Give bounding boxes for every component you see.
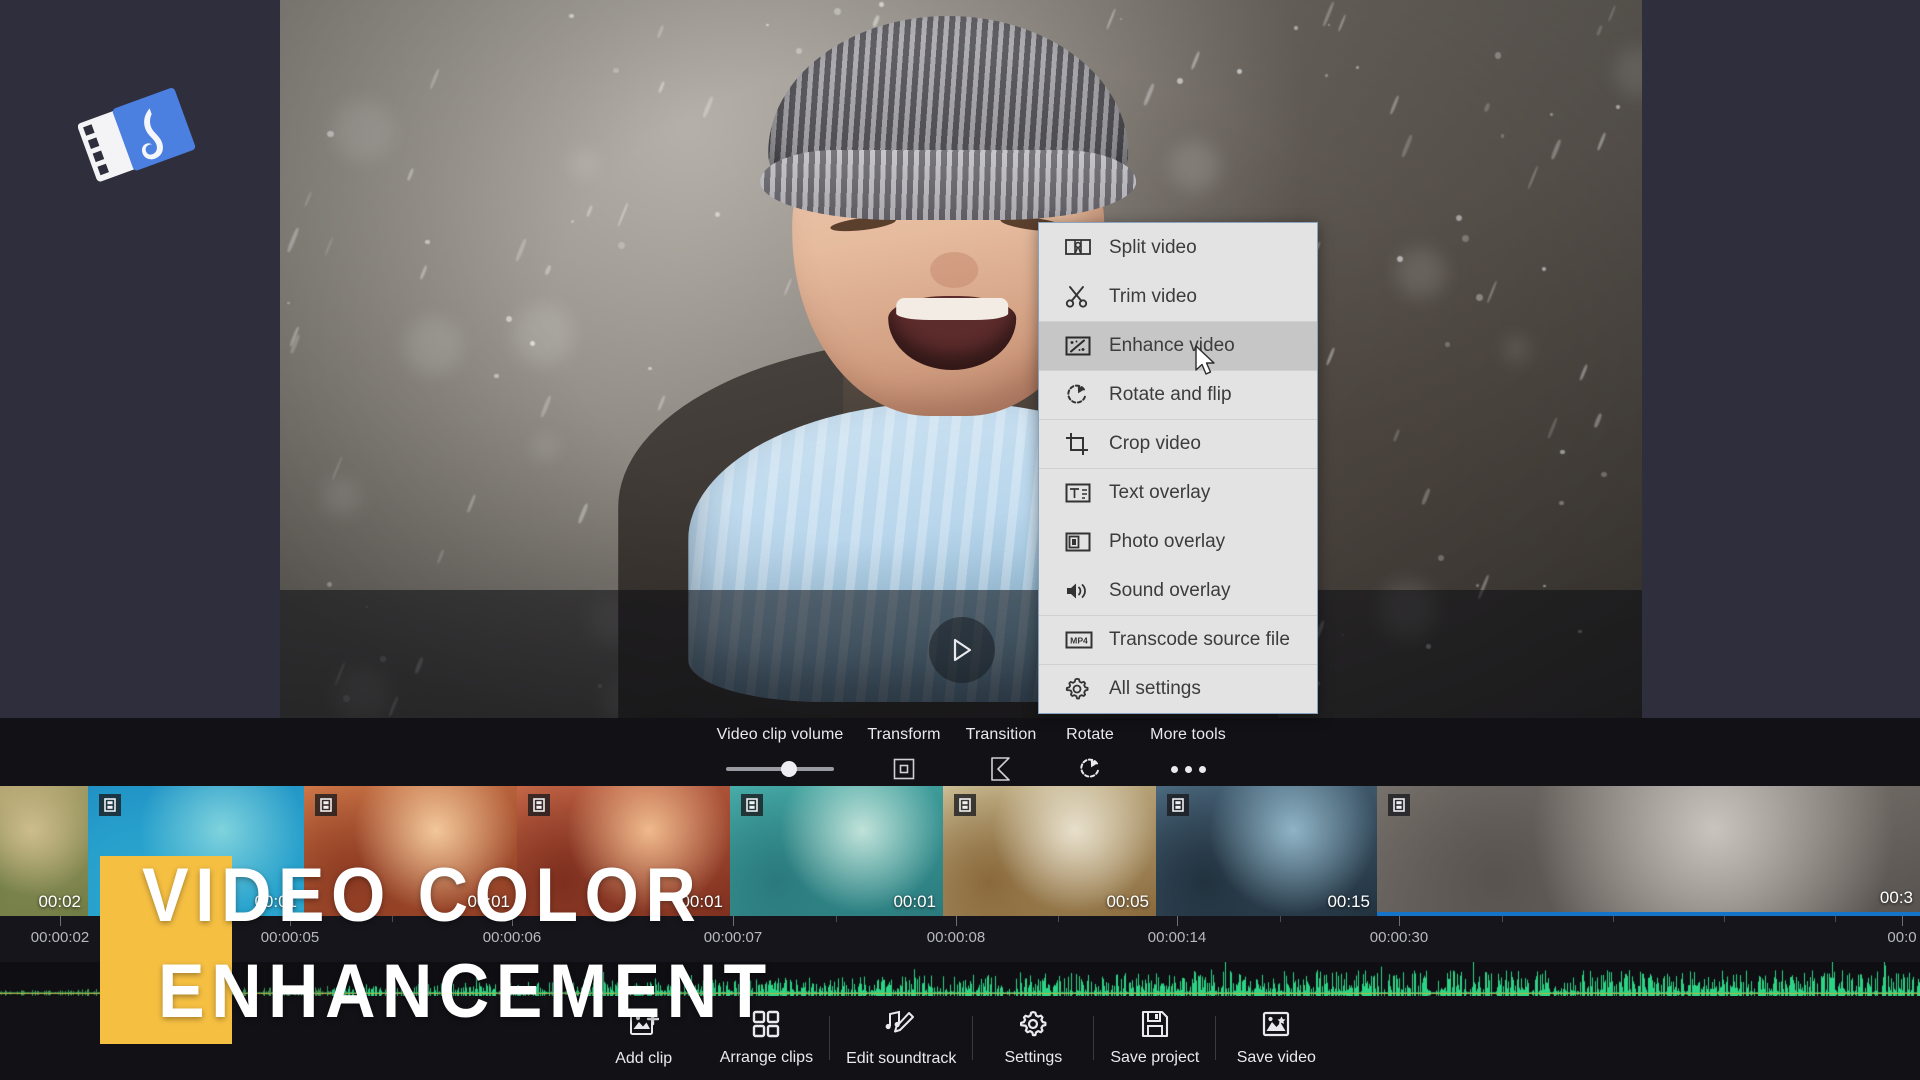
context-menu-item-label: Sound overlay <box>1109 579 1231 601</box>
context-menu-item-transcode-source-file[interactable]: MP4 Transcode source file <box>1039 615 1317 664</box>
ruler-time-label: 00:00:30 <box>1369 929 1429 946</box>
preview-area <box>0 0 1920 718</box>
bottom-toolbar-settings-button[interactable]: Settings <box>973 1010 1093 1067</box>
context-menu-item-rotate-and-flip[interactable]: Rotate and flip <box>1039 370 1317 419</box>
timeline-clip[interactable]: 00:3 <box>1377 786 1920 916</box>
enhance-wand-icon <box>1065 335 1099 357</box>
context-menu[interactable]: Split video Trim video Enhance video Rotate… <box>1038 222 1318 714</box>
text-overlay-icon <box>1065 483 1099 503</box>
transition-label: Transition <box>965 726 1037 743</box>
context-menu-item-text-overlay[interactable]: Text overlay <box>1039 468 1317 517</box>
ruler-tick <box>1902 916 1903 926</box>
speaker-icon <box>1065 580 1099 602</box>
play-button[interactable] <box>929 617 995 683</box>
photo-overlay-icon <box>1065 532 1099 552</box>
timeline-clip[interactable]: 00:01 <box>730 786 943 916</box>
context-menu-item-sound-overlay[interactable]: Sound overlay <box>1039 566 1317 615</box>
context-menu-item-label: Rotate and flip <box>1109 384 1232 405</box>
transform-button[interactable]: Transform <box>858 727 950 781</box>
ruler-tick-minor <box>1835 916 1836 922</box>
more-tools-button[interactable]: More tools <box>1130 727 1246 781</box>
bottom-toolbar-save-video-button[interactable]: Save video <box>1216 1010 1336 1067</box>
clip-duration-label: 00:15 <box>1327 892 1370 911</box>
ruler-tick-minor <box>1724 916 1725 922</box>
ruler-tick-minor <box>1058 916 1059 922</box>
mouse-cursor <box>1195 345 1215 375</box>
title-line-2: ENHANCEMENT <box>158 949 773 1034</box>
clip-toolbar: Video clip volume Transform Transition R… <box>0 718 1920 786</box>
transform-label: Transform <box>867 726 941 743</box>
ruler-tick-minor <box>1280 916 1281 922</box>
ruler-tick-minor <box>1502 916 1503 922</box>
transform-square-icon <box>893 758 915 780</box>
context-menu-item-photo-overlay[interactable]: Photo overlay <box>1039 517 1317 566</box>
video-clip-volume-label: Video clip volume <box>716 726 844 743</box>
context-menu-item-label: Trim video <box>1109 285 1197 307</box>
transition-icon <box>991 757 1010 781</box>
video-preview-frame[interactable] <box>280 0 1642 718</box>
context-menu-item-enhance-video[interactable]: Enhance video <box>1039 321 1317 370</box>
volume-slider[interactable] <box>726 761 834 777</box>
bottom-toolbar-save-project-button[interactable]: Save project <box>1094 1010 1215 1067</box>
context-menu-item-crop-video[interactable]: Crop video <box>1039 419 1317 468</box>
bottom-toolbar-item-label: Save project <box>1110 1048 1200 1066</box>
ruler-time-label: 00:00:14 <box>1147 929 1207 946</box>
rotate-button[interactable]: Rotate <box>1052 727 1128 781</box>
edit-soundtrack-icon <box>885 1009 917 1044</box>
ruler-tick <box>956 916 957 926</box>
save-video-icon <box>1262 1010 1290 1043</box>
context-menu-item-all-settings[interactable]: All settings <box>1039 664 1317 713</box>
mp4-icon: MP4 <box>1065 630 1099 650</box>
ellipsis-icon <box>1170 765 1206 773</box>
clip-type-badge-icon <box>954 794 976 816</box>
title-overlay-graphic: VIDEO COLOR ENHANCEMENT <box>0 800 766 1060</box>
video-clip-volume-control[interactable]: Video clip volume <box>704 727 856 781</box>
bottom-toolbar-item-label: Edit soundtrack <box>846 1049 957 1067</box>
clip-duration-label: 00:05 <box>1106 892 1149 911</box>
video-editor-window: Split video Trim video Enhance video Rotate… <box>0 0 1920 1080</box>
bottom-toolbar-item-label: Settings <box>1004 1048 1063 1066</box>
svg-text:MP4: MP4 <box>1070 636 1088 646</box>
ruler-time-label: 00:0 <box>1887 929 1917 946</box>
bottom-toolbar-item-label: Save video <box>1236 1048 1316 1066</box>
rotate-icon <box>1080 758 1100 778</box>
ruler-tick-minor <box>836 916 837 922</box>
rotate-label: Rotate <box>1066 726 1114 743</box>
ruler-tick <box>1399 916 1400 926</box>
context-menu-item-label: Split video <box>1109 236 1197 258</box>
transition-button[interactable]: Transition <box>952 727 1050 781</box>
split-video-icon <box>1065 237 1099 259</box>
clip-type-badge-icon <box>1167 794 1189 816</box>
more-tools-label: More tools <box>1150 726 1226 743</box>
gear-icon <box>1019 1010 1047 1043</box>
bottom-toolbar-edit-soundtrack-button[interactable]: Edit soundtrack <box>830 1009 972 1068</box>
clip-duration-label: 00:01 <box>893 892 936 911</box>
timeline-clip[interactable]: 00:05 <box>943 786 1156 916</box>
context-menu-item-label: Transcode source file <box>1109 629 1290 650</box>
context-menu-item-label: All settings <box>1109 678 1201 699</box>
context-menu-item-trim-video[interactable]: Trim video <box>1039 272 1317 321</box>
rotate-icon <box>1065 383 1099 407</box>
ruler-tick <box>1177 916 1178 926</box>
title-line-1: VIDEO COLOR <box>142 853 703 938</box>
ruler-time-label: 00:00:08 <box>926 929 986 946</box>
context-menu-item-label: Photo overlay <box>1109 530 1226 552</box>
play-triangle-icon <box>953 638 972 662</box>
timeline-clip[interactable]: 00:15 <box>1156 786 1377 916</box>
crop-icon <box>1065 432 1099 456</box>
context-menu-item-label: Text overlay <box>1109 482 1211 503</box>
volume-slider-knob[interactable] <box>780 761 797 777</box>
context-menu-item-label: Crop video <box>1109 433 1201 454</box>
gear-icon <box>1065 677 1099 701</box>
save-project-icon <box>1141 1010 1169 1043</box>
scissors-icon <box>1065 285 1099 309</box>
context-menu-item-split-video[interactable]: Split video <box>1039 223 1317 272</box>
clip-duration-label: 00:3 <box>1879 888 1913 907</box>
clip-type-badge-icon <box>1388 794 1410 816</box>
timeline-clip-thumbnail <box>1377 786 1920 912</box>
ruler-tick-minor <box>1613 916 1614 922</box>
video-editor-logo <box>77 80 198 190</box>
